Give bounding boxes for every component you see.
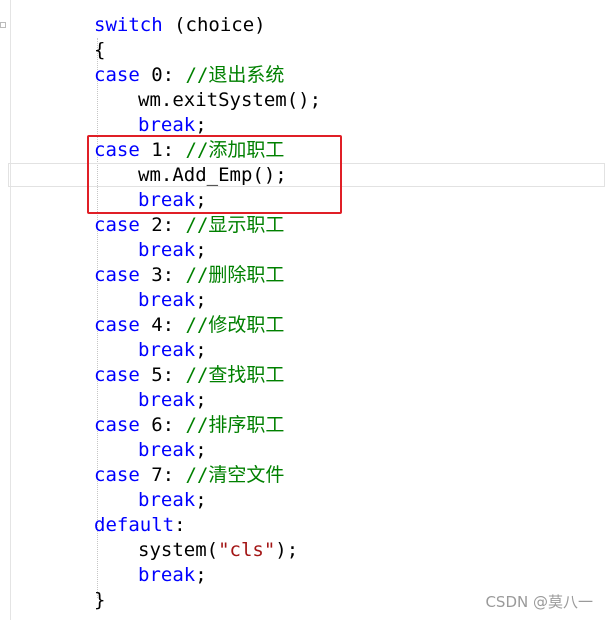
editor-gutter — [0, 0, 11, 620]
code-line[interactable]: { — [94, 38, 105, 63]
code-token: } — [94, 589, 106, 611]
keyword-token: break — [138, 389, 196, 411]
string-token: "cls" — [218, 539, 276, 561]
code-line[interactable]: switch (choice) — [94, 13, 266, 38]
code-token: ; — [195, 389, 207, 411]
code-token: ; — [195, 489, 207, 511]
code-line[interactable]: break; — [138, 388, 207, 413]
code-line[interactable]: case 7: //清空文件 — [94, 463, 284, 488]
watermark: CSDN @莫八一 — [485, 593, 593, 611]
comment-token: //修改职工 — [185, 314, 285, 336]
keyword-token: default — [94, 514, 175, 536]
collapse-icon[interactable] — [0, 22, 6, 28]
code-line[interactable]: case 4: //修改职工 — [94, 313, 284, 338]
code-token: 2: — [139, 214, 186, 236]
keyword-token: case — [94, 214, 140, 236]
keyword-token: case — [94, 64, 140, 86]
code-line[interactable]: default: — [94, 513, 186, 538]
code-token: ; — [195, 114, 207, 136]
code-line[interactable]: break; — [138, 338, 207, 363]
keyword-token: break — [138, 114, 196, 136]
code-token: 5: — [139, 364, 186, 386]
code-token: ); — [275, 539, 299, 561]
code-token: ; — [195, 239, 207, 261]
code-token: (choice) — [162, 14, 266, 36]
keyword-token: break — [138, 339, 196, 361]
code-token: { — [94, 39, 106, 61]
keyword-token: case — [94, 414, 140, 436]
keyword-token: break — [138, 239, 196, 261]
code-token: 6: — [139, 414, 186, 436]
code-line[interactable]: break; — [138, 438, 207, 463]
code-token: 0: — [139, 64, 186, 86]
code-token: system( — [138, 539, 219, 561]
code-token: ; — [195, 289, 207, 311]
keyword-token: break — [138, 439, 196, 461]
code-line[interactable]: case 3: //删除职工 — [94, 263, 284, 288]
keyword-token: case — [94, 314, 140, 336]
code-line[interactable]: break; — [138, 563, 207, 588]
keyword-token: break — [138, 564, 196, 586]
comment-token: //显示职工 — [185, 214, 285, 236]
keyword-token: case — [94, 364, 140, 386]
code-editor[interactable]: switch (choice){case 0: //退出系统 wm.exitSys… — [0, 0, 605, 620]
code-line[interactable]: case 2: //显示职工 — [94, 213, 284, 238]
code-line[interactable]: case 5: //查找职工 — [94, 363, 284, 388]
code-line[interactable]: system("cls"); — [138, 538, 298, 563]
comment-token: //清空文件 — [185, 464, 285, 486]
keyword-token: switch — [94, 14, 163, 36]
code-line[interactable]: } — [94, 588, 105, 613]
comment-token: //排序职工 — [185, 414, 285, 436]
code-line[interactable]: break; — [138, 238, 207, 263]
code-line[interactable]: wm.exitSystem(); — [138, 88, 321, 113]
code-line[interactable]: case 6: //排序职工 — [94, 413, 284, 438]
keyword-token: case — [94, 264, 140, 286]
code-token: ; — [195, 339, 207, 361]
highlight-annotation-box — [87, 135, 342, 214]
keyword-token: case — [94, 464, 140, 486]
comment-token: //退出系统 — [185, 64, 285, 86]
code-line[interactable]: case 0: //退出系统 — [94, 63, 284, 88]
comment-token: //删除职工 — [185, 264, 285, 286]
keyword-token: break — [138, 489, 196, 511]
code-token: ; — [195, 564, 207, 586]
code-line[interactable]: break; — [138, 288, 207, 313]
code-token: 3: — [139, 264, 186, 286]
keyword-token: break — [138, 289, 196, 311]
comment-token: //查找职工 — [185, 364, 285, 386]
code-token: 7: — [139, 464, 186, 486]
code-token: 4: — [139, 314, 186, 336]
code-line[interactable]: break; — [138, 488, 207, 513]
code-token: ; — [195, 439, 207, 461]
code-token: wm.exitSystem(); — [138, 89, 322, 111]
code-token: : — [174, 514, 186, 536]
